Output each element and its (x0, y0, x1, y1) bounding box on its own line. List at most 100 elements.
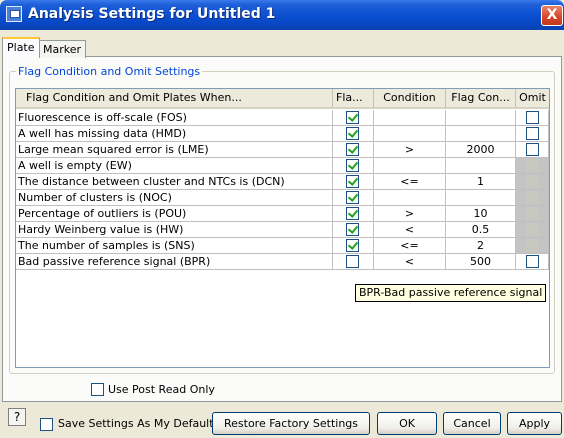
flag-value-cell[interactable]: 1 (446, 174, 516, 190)
flag-checkbox[interactable] (346, 191, 359, 204)
condition-cell[interactable] (374, 126, 446, 142)
condition-cell[interactable] (374, 158, 446, 174)
omit-cell (516, 254, 549, 270)
app-window-icon (6, 6, 22, 22)
tab-marker[interactable]: Marker (38, 40, 87, 58)
omit-cell (516, 142, 549, 158)
save-default-label: Save Settings As My Default (58, 417, 214, 430)
flag-cell (333, 254, 374, 270)
flag-value-cell[interactable]: 10 (446, 206, 516, 222)
omit-checkbox (526, 191, 539, 204)
flag-value-cell[interactable] (446, 110, 516, 126)
omit-cell (516, 110, 549, 126)
condition-cell[interactable] (374, 110, 446, 126)
condition-cell[interactable]: > (374, 206, 446, 222)
flag-checkbox[interactable] (346, 239, 359, 252)
omit-cell (516, 174, 549, 190)
flag-cell (333, 222, 374, 238)
flag-checkbox[interactable] (346, 127, 359, 140)
omit-cell (516, 126, 549, 142)
condition-name-cell: Large mean squared error is (LME) (16, 142, 333, 158)
cancel-button[interactable]: Cancel (443, 412, 501, 435)
table-row[interactable]: Bad passive reference signal (BPR) <500 (16, 254, 549, 270)
table-row[interactable]: Number of clusters is (NOC) (16, 190, 549, 206)
condition-name-cell: Hardy Weinberg value is (HW) (16, 222, 333, 238)
flag-cell (333, 126, 374, 142)
flag-checkbox[interactable] (346, 143, 359, 156)
save-default-checkbox[interactable] (40, 418, 53, 431)
flag-cell (333, 174, 374, 190)
ok-button[interactable]: OK (377, 412, 437, 435)
flag-checkbox[interactable] (346, 255, 359, 268)
table-row[interactable]: Fluorescence is off-scale (FOS) (16, 110, 549, 126)
column-header-flag-value[interactable]: Flag Con... (446, 89, 516, 109)
table-row[interactable]: Percentage of outliers is (POU) >10 (16, 206, 549, 222)
table-row[interactable]: The distance between cluster and NTCs is… (16, 174, 549, 190)
restore-factory-settings-button[interactable]: Restore Factory Settings (212, 412, 370, 435)
column-header-omit[interactable]: Omit (516, 89, 549, 109)
omit-checkbox[interactable] (526, 143, 539, 156)
omit-checkbox[interactable] (526, 255, 539, 268)
condition-cell[interactable]: < (374, 254, 446, 270)
column-header-flag[interactable]: Fla... (333, 89, 374, 109)
flag-value-cell[interactable] (446, 158, 516, 174)
flag-checkbox[interactable] (346, 223, 359, 236)
omit-checkbox[interactable] (526, 111, 539, 124)
condition-name-cell: Bad passive reference signal (BPR) (16, 254, 333, 270)
condition-cell[interactable]: > (374, 142, 446, 158)
table-row[interactable]: The number of samples is (SNS) <= 2 (16, 238, 549, 254)
omit-cell (516, 158, 549, 174)
omit-checkbox (526, 159, 539, 172)
flag-checkbox[interactable] (346, 159, 359, 172)
flag-cell (333, 190, 374, 206)
flag-value-cell[interactable]: 2 (446, 238, 516, 254)
column-header-condition-name[interactable]: Flag Condition and Omit Plates When... (16, 89, 333, 109)
title-bar: Analysis Settings for Untitled 1 X (0, 0, 564, 30)
flag-value-cell[interactable]: 2000 (446, 142, 516, 158)
condition-name-cell: Percentage of outliers is (POU) (16, 206, 333, 222)
tab-plate[interactable]: Plate (2, 37, 40, 58)
flag-value-cell[interactable] (446, 190, 516, 206)
table-row[interactable]: Large mean squared error is (LME) >2000 (16, 142, 549, 158)
flag-value-cell[interactable]: 0.5 (446, 222, 516, 238)
use-post-read-only-checkbox[interactable] (91, 383, 104, 396)
close-button[interactable]: X (541, 5, 563, 26)
flag-checkbox[interactable] (346, 111, 359, 124)
condition-name-cell: A well has missing data (HMD) (16, 126, 333, 142)
condition-name-cell: A well is empty (EW) (16, 158, 333, 174)
window-title: Analysis Settings for Untitled 1 (28, 6, 276, 22)
flag-cell (333, 110, 374, 126)
condition-name-cell: Fluorescence is off-scale (FOS) (16, 110, 333, 126)
omit-checkbox (526, 239, 539, 252)
omit-checkbox (526, 223, 539, 236)
condition-cell[interactable]: < (374, 222, 446, 238)
condition-name-cell: Number of clusters is (NOC) (16, 190, 333, 206)
flag-value-cell[interactable]: 500 (446, 254, 516, 270)
flag-checkbox[interactable] (346, 175, 359, 188)
table-row[interactable]: A well has missing data (HMD) (16, 126, 549, 142)
flag-value-cell[interactable] (446, 126, 516, 142)
flag-checkbox[interactable] (346, 207, 359, 220)
group-title: Flag Condition and Omit Settings (16, 65, 203, 78)
flag-cell (333, 158, 374, 174)
use-post-read-only-label: Use Post Read Only (108, 383, 215, 396)
apply-button[interactable]: Apply (507, 412, 562, 435)
flag-cell (333, 238, 374, 254)
table-row[interactable]: Hardy Weinberg value is (HW) <0.5 (16, 222, 549, 238)
omit-checkbox[interactable] (526, 127, 539, 140)
condition-cell[interactable] (374, 190, 446, 206)
column-header-condition[interactable]: Condition (374, 89, 446, 109)
condition-cell[interactable]: <= (374, 238, 446, 254)
omit-cell (516, 238, 549, 254)
help-button[interactable]: ? (8, 408, 26, 426)
tooltip: BPR-Bad passive reference signal (355, 284, 547, 302)
flag-cell (333, 142, 374, 158)
omit-cell (516, 222, 549, 238)
flag-cell (333, 206, 374, 222)
omit-checkbox (526, 207, 539, 220)
condition-name-cell: The distance between cluster and NTCs is… (16, 174, 333, 190)
omit-cell (516, 206, 549, 222)
condition-cell[interactable]: <= (374, 174, 446, 190)
table-row[interactable]: A well is empty (EW) (16, 158, 549, 174)
omit-checkbox (526, 175, 539, 188)
